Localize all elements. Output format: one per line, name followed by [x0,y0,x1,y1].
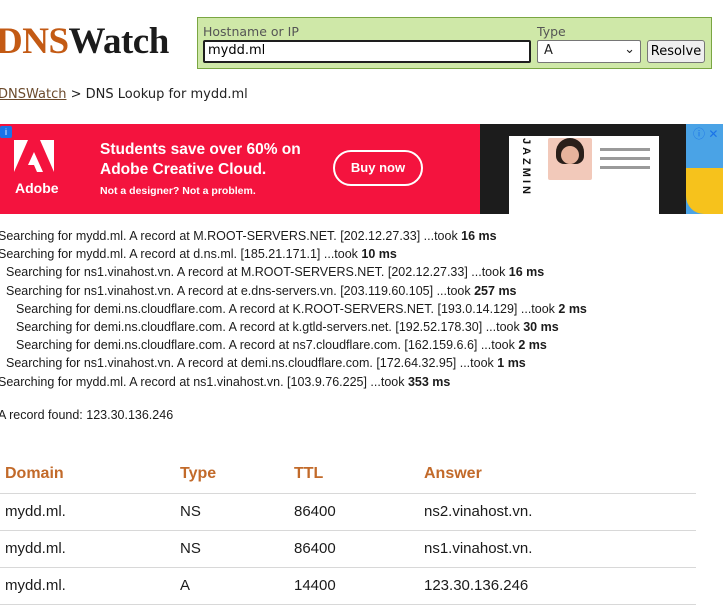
log-line: Searching for demi.ns.cloudflare.com. A … [16,338,547,353]
log-line: Searching for ns1.vinahost.vn. A record … [6,265,545,280]
cell-answer: ns1.vinahost.vn. [424,530,696,568]
table-header-row: Domain Type TTL Answer [0,455,696,494]
log-line: Searching for ns1.vinahost.vn. A record … [6,356,526,371]
table-row: mydd.ml. NS 86400 ns2.vinahost.vn. [0,493,696,531]
cell-type: NS [180,493,294,531]
ad-buy-now-button[interactable]: Buy now [333,150,423,186]
cell-domain: mydd.ml. [0,530,180,568]
cell-type: A [180,567,294,605]
cell-answer: ns2.vinahost.vn. [424,493,696,531]
log-line: Searching for demi.ns.cloudflare.com. A … [16,301,587,316]
cell-domain: mydd.ml. [0,493,180,531]
ad-info-icon[interactable]: i [0,126,12,138]
type-select[interactable]: A ⌄ [537,40,641,63]
log-line: Searching for demi.ns.cloudflare.com. A … [16,319,559,334]
ad-portrait-face [561,146,579,164]
cell-type: NS [180,530,294,568]
cell-domain: mydd.ml. [0,567,180,605]
table-row: mydd.ml. NS 86400 ns1.vinahost.vn. [0,530,696,568]
ad-headline: Students save over 60% on Adobe Creative… [100,141,301,178]
table-row: mydd.ml. A 14400 123.30.136.246 [0,567,696,605]
hostname-label: Hostname or IP [203,24,299,39]
cell-ttl: 14400 [294,567,424,605]
column-header-ttl: TTL [294,455,424,494]
lookup-form: Hostname or IP Type mydd.ml A ⌄ Resolve [197,17,712,69]
ad-preview-lines [600,148,650,175]
breadcrumb-home-link[interactable]: DNSWatch [0,87,66,102]
ad-subline: Not a designer? Not a problem. [100,185,256,197]
column-header-answer: Answer [424,455,696,494]
cell-ttl: 86400 [294,493,424,531]
cell-ttl: 86400 [294,530,424,568]
column-header-domain: Domain [0,455,180,494]
log-line: Searching for ns1.vinahost.vn. A record … [6,283,517,298]
type-label: Type [537,24,566,39]
resolution-log: Searching for mydd.ml. A record at M.ROO… [0,227,587,391]
breadcrumb-separator: > [70,87,82,102]
logo-dns-text: DNS [0,21,69,62]
cell-answer: 123.30.136.246 [424,567,696,605]
breadcrumb: DNSWatch > DNS Lookup for mydd.ml [0,87,248,102]
log-line: Searching for mydd.ml. A record at ns1.v… [0,374,451,389]
logo-watch-text: Watch [68,21,170,62]
type-select-value: A [544,43,553,58]
hostname-input[interactable]: mydd.ml [203,40,531,63]
resolve-button[interactable]: Resolve [647,40,705,63]
breadcrumb-current: DNS Lookup for mydd.ml [85,87,248,102]
ad-preview-text: JAZMIN [520,138,532,197]
a-record-summary: A record found: 123.30.136.246 [0,408,174,422]
site-logo[interactable]: DNSWatch [0,22,169,62]
ad-banner[interactable]: i Adobe Students save over 60% on Adobe … [0,124,723,214]
log-line: Searching for mydd.ml. A record at M.ROO… [0,229,497,243]
chevron-down-icon: ⌄ [624,42,635,57]
ad-brand-name: Adobe [15,180,59,196]
ad-close-controls[interactable]: ⓘ ✕ [693,125,718,142]
log-line: Searching for mydd.ml. A record at d.ns.… [0,247,397,262]
adobe-logo-icon [14,140,54,172]
results-table: Domain Type TTL Answer mydd.ml. NS 86400… [0,455,696,605]
column-header-type: Type [180,455,294,494]
ad-portrait-image [548,138,592,180]
